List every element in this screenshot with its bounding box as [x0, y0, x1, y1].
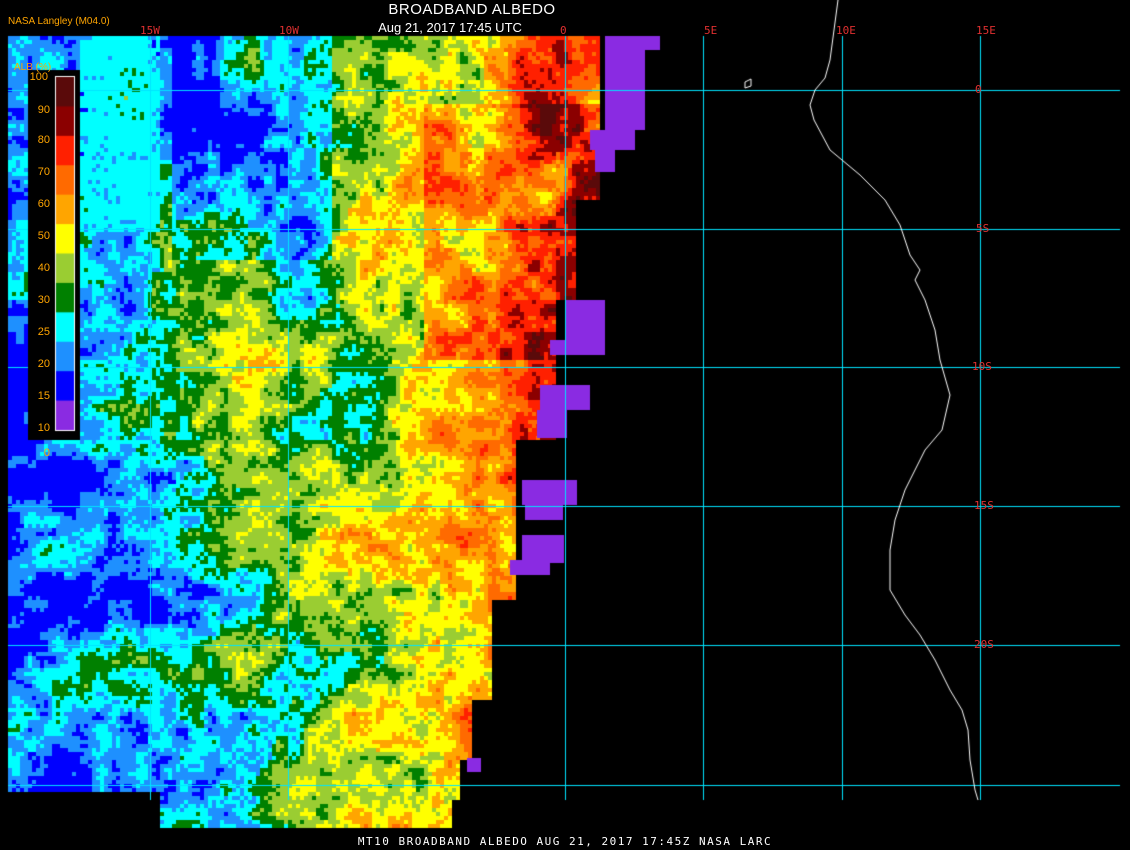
- colorbar-tick: 100: [29, 71, 48, 83]
- albedo-map: [0, 0, 1130, 850]
- lon-label: 15W: [140, 24, 160, 37]
- colorbar-tick: 15: [37, 390, 50, 402]
- colorbar-tick: 50: [37, 230, 50, 242]
- lon-label: 10E: [836, 24, 856, 37]
- colorbar-tick: 30: [37, 294, 50, 306]
- colorbar-tick: 20: [37, 358, 50, 370]
- colorbar-tick: 80: [37, 134, 50, 146]
- colorbar-tick: 70: [37, 166, 50, 178]
- lat-label: 0: [975, 83, 982, 96]
- lon-label: 5E: [704, 24, 718, 37]
- colorbar-tick: 40: [37, 262, 50, 274]
- lat-label: 10S: [972, 360, 992, 373]
- lon-label: 15E: [976, 24, 996, 37]
- timestamp: Aug 21, 2017 17:45 UTC: [378, 20, 522, 35]
- lon-label: 10W: [279, 24, 299, 37]
- lat-label: 20S: [974, 638, 994, 651]
- footer-caption: MT10 BROADBAND ALBEDO AUG 21, 2017 17:45…: [357, 835, 773, 848]
- colorbar-tick: 0: [43, 447, 50, 459]
- credit-label: NASA Langley (M04.0): [8, 16, 110, 27]
- colorbar-tick: 25: [37, 326, 50, 338]
- lat-label: 15S: [974, 499, 994, 512]
- colorbar-tick: 60: [37, 198, 50, 210]
- colorbar-tick: 10: [37, 422, 50, 434]
- page-title: BROADBAND ALBEDO: [388, 1, 556, 18]
- colorbar-tick: 90: [37, 104, 50, 116]
- lat-label: 5S: [976, 222, 990, 235]
- lon-label: 0: [560, 24, 567, 37]
